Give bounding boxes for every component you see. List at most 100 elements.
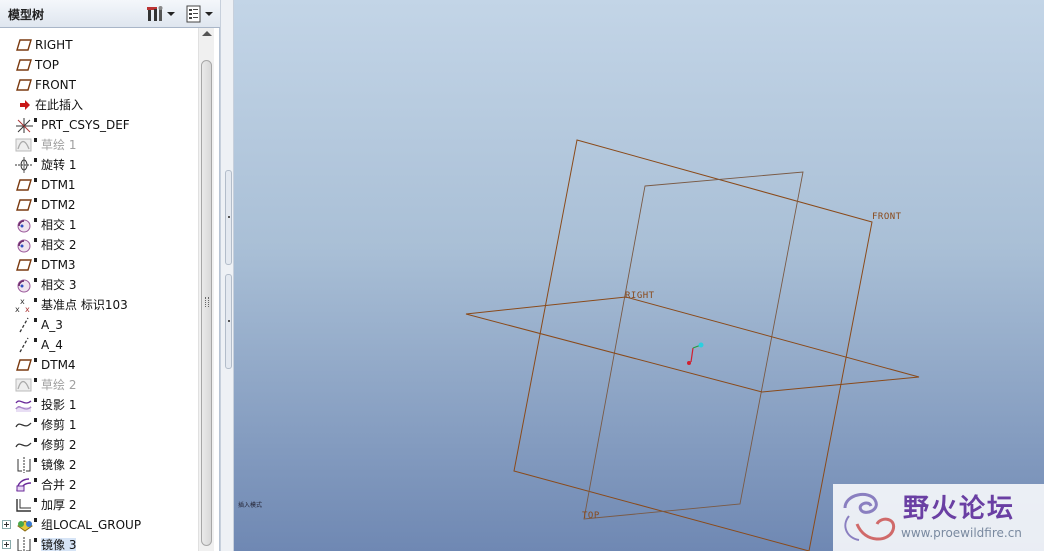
tree-item-label: 修剪 1 bbox=[41, 418, 77, 432]
tree-item-label: PRT_CSYS_DEF bbox=[41, 118, 130, 132]
tree-item[interactable]: 旋转 1 bbox=[0, 155, 198, 175]
tree-item[interactable]: FRONT bbox=[0, 75, 198, 95]
show-dropdown-button[interactable] bbox=[186, 4, 213, 24]
scrollbar-thumb[interactable] bbox=[201, 60, 212, 546]
splitter-handle-top[interactable] bbox=[225, 170, 232, 265]
tree-item-label: DTM1 bbox=[41, 178, 76, 192]
chevron-down-icon bbox=[167, 12, 175, 16]
merge-icon bbox=[15, 477, 33, 493]
expand-toggle-icon[interactable] bbox=[2, 540, 11, 549]
mode-status-text: 插入模式 bbox=[238, 502, 263, 509]
tree-item[interactable]: A_4 bbox=[0, 335, 198, 355]
tree-item-label: 投影 1 bbox=[41, 398, 77, 412]
tree-item[interactable]: PRT_CSYS_DEF bbox=[0, 115, 198, 135]
status-marker bbox=[34, 278, 37, 282]
list-settings-icon bbox=[186, 5, 202, 23]
intersect-icon bbox=[15, 217, 33, 233]
tree-item[interactable]: 镜像 3 bbox=[0, 535, 198, 551]
status-marker bbox=[34, 118, 37, 122]
status-marker bbox=[34, 198, 37, 202]
datum-plane-icon bbox=[15, 177, 33, 193]
expand-toggle-icon[interactable] bbox=[2, 520, 11, 529]
panel-title: 模型树 bbox=[8, 8, 45, 22]
tree-item-label: 镜像 3 bbox=[41, 538, 77, 551]
grip-icon bbox=[228, 216, 230, 218]
tree-item-label: RIGHT bbox=[35, 38, 73, 52]
tree-item-label: 修剪 2 bbox=[41, 438, 77, 452]
mirror-icon bbox=[15, 537, 33, 551]
sketch-icon bbox=[15, 377, 33, 393]
datum-plane-icon bbox=[15, 77, 33, 93]
settings-dropdown-button[interactable] bbox=[146, 4, 175, 24]
grip-icon bbox=[228, 320, 230, 322]
tree-item[interactable]: 合并 2 bbox=[0, 475, 198, 495]
datum-plane-icon bbox=[15, 197, 33, 213]
tree-item[interactable]: DTM3 bbox=[0, 255, 198, 275]
status-marker bbox=[34, 438, 37, 442]
watermark-logo: 野火论坛 www.proewildfire.cn bbox=[833, 484, 1044, 551]
splitter-handle-bottom[interactable] bbox=[225, 274, 232, 369]
status-marker bbox=[34, 158, 37, 162]
tree-scrollbar[interactable] bbox=[198, 28, 214, 551]
right-datum-plane[interactable] bbox=[583, 171, 804, 520]
revolve-icon bbox=[15, 157, 33, 173]
tree-item-label: 镜像 2 bbox=[41, 458, 77, 472]
status-marker bbox=[34, 498, 37, 502]
tree-item[interactable]: 镜像 2 bbox=[0, 455, 198, 475]
tree-item-label: DTM2 bbox=[41, 198, 76, 212]
tree-item[interactable]: 相交 3 bbox=[0, 275, 198, 295]
model-scene: FRONT RIGHT TOP bbox=[465, 139, 920, 551]
tree-item-label: FRONT bbox=[35, 78, 76, 92]
csys-triad-icon bbox=[687, 342, 704, 365]
top-datum-plane[interactable] bbox=[465, 296, 920, 393]
panel-splitter[interactable] bbox=[220, 0, 234, 551]
tree-item-label: 加厚 2 bbox=[41, 498, 77, 512]
tree-item[interactable]: 加厚 2 bbox=[0, 495, 198, 515]
trim-icon bbox=[15, 417, 33, 433]
tree-item[interactable]: 组LOCAL_GROUP bbox=[0, 515, 198, 535]
status-marker bbox=[34, 258, 37, 262]
tree-item[interactable]: 草绘 2 bbox=[0, 375, 198, 395]
tree-item[interactable]: 相交 1 bbox=[0, 215, 198, 235]
tree-item[interactable]: 修剪 2 bbox=[0, 435, 198, 455]
status-marker bbox=[34, 538, 37, 542]
intersect-icon bbox=[15, 277, 33, 293]
tree-item[interactable]: 修剪 1 bbox=[0, 415, 198, 435]
tree-item[interactable]: x x x 基准点 标识103 bbox=[0, 295, 198, 315]
insert-here-arrow-icon bbox=[15, 97, 33, 113]
scroll-up-arrow-icon[interactable] bbox=[202, 31, 212, 36]
tree-item[interactable]: DTM1 bbox=[0, 175, 198, 195]
tree-item[interactable]: A_3 bbox=[0, 315, 198, 335]
projection-icon bbox=[15, 397, 33, 413]
tree-item[interactable]: DTM2 bbox=[0, 195, 198, 215]
tree-item[interactable]: 投影 1 bbox=[0, 395, 198, 415]
right-plane-label: RIGHT bbox=[625, 291, 655, 301]
svg-text:x: x bbox=[25, 305, 30, 313]
graphics-viewport[interactable]: FRONT RIGHT TOP 插入模式 bbox=[234, 0, 1044, 551]
status-marker bbox=[34, 318, 37, 322]
status-marker bbox=[34, 398, 37, 402]
intersect-icon bbox=[15, 237, 33, 253]
group-icon bbox=[15, 517, 33, 533]
tree-item[interactable]: DTM4 bbox=[0, 355, 198, 375]
coordinate-system-icon bbox=[15, 117, 33, 133]
tree-item[interactable]: 在此插入 bbox=[0, 95, 198, 115]
tree-item[interactable]: 草绘 1 bbox=[0, 135, 198, 155]
model-tree-header: 模型树 bbox=[0, 0, 220, 28]
grip-icon bbox=[205, 297, 209, 307]
status-marker bbox=[34, 338, 37, 342]
tree-item-label: 草绘 2 bbox=[41, 378, 77, 392]
front-datum-plane[interactable] bbox=[513, 139, 873, 551]
tree-item-label: 相交 3 bbox=[41, 278, 77, 292]
tree-item[interactable]: RIGHT bbox=[0, 35, 198, 55]
tree-item-label: 相交 1 bbox=[41, 218, 77, 232]
tree-item[interactable]: TOP bbox=[0, 55, 198, 75]
status-marker bbox=[34, 218, 37, 222]
thicken-icon bbox=[15, 497, 33, 513]
model-tree-panel: 模型树 RIGHT TOP FRONT 在此插入 PRT_CSYS_DEF 草绘… bbox=[0, 0, 220, 551]
status-marker bbox=[34, 378, 37, 382]
tree-item-label: 相交 2 bbox=[41, 238, 77, 252]
tree-item[interactable]: 相交 2 bbox=[0, 235, 198, 255]
tree-item-label: 组LOCAL_GROUP bbox=[41, 518, 142, 532]
status-marker bbox=[34, 478, 37, 482]
